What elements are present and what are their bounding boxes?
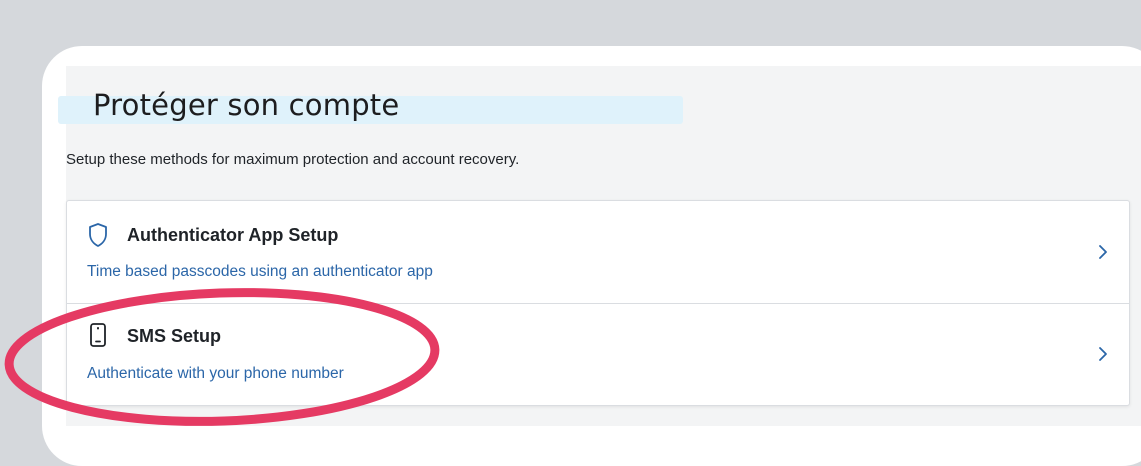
chevron-right-icon xyxy=(1097,243,1109,261)
page-title: Protéger son compte xyxy=(93,88,400,122)
sms-setup-title: SMS Setup xyxy=(127,326,222,346)
page-subtitle: Setup these methods for maximum protecti… xyxy=(66,151,520,168)
authenticator-app-title: Authenticator App Setup xyxy=(127,225,339,245)
phone-icon xyxy=(87,322,109,348)
sms-setup-row[interactable]: SMS Setup Authenticate with your phone n… xyxy=(67,303,1129,405)
shield-icon xyxy=(87,222,109,248)
authenticator-app-setup-row[interactable]: Authenticator App Setup Time based passc… xyxy=(67,201,1129,304)
chevron-right-icon xyxy=(1097,345,1109,363)
mfa-methods-card: Authenticator App Setup Time based passc… xyxy=(66,200,1130,406)
authenticator-app-description: Time based passcodes using an authentica… xyxy=(87,263,433,280)
sms-setup-description: Authenticate with your phone number xyxy=(87,365,344,382)
